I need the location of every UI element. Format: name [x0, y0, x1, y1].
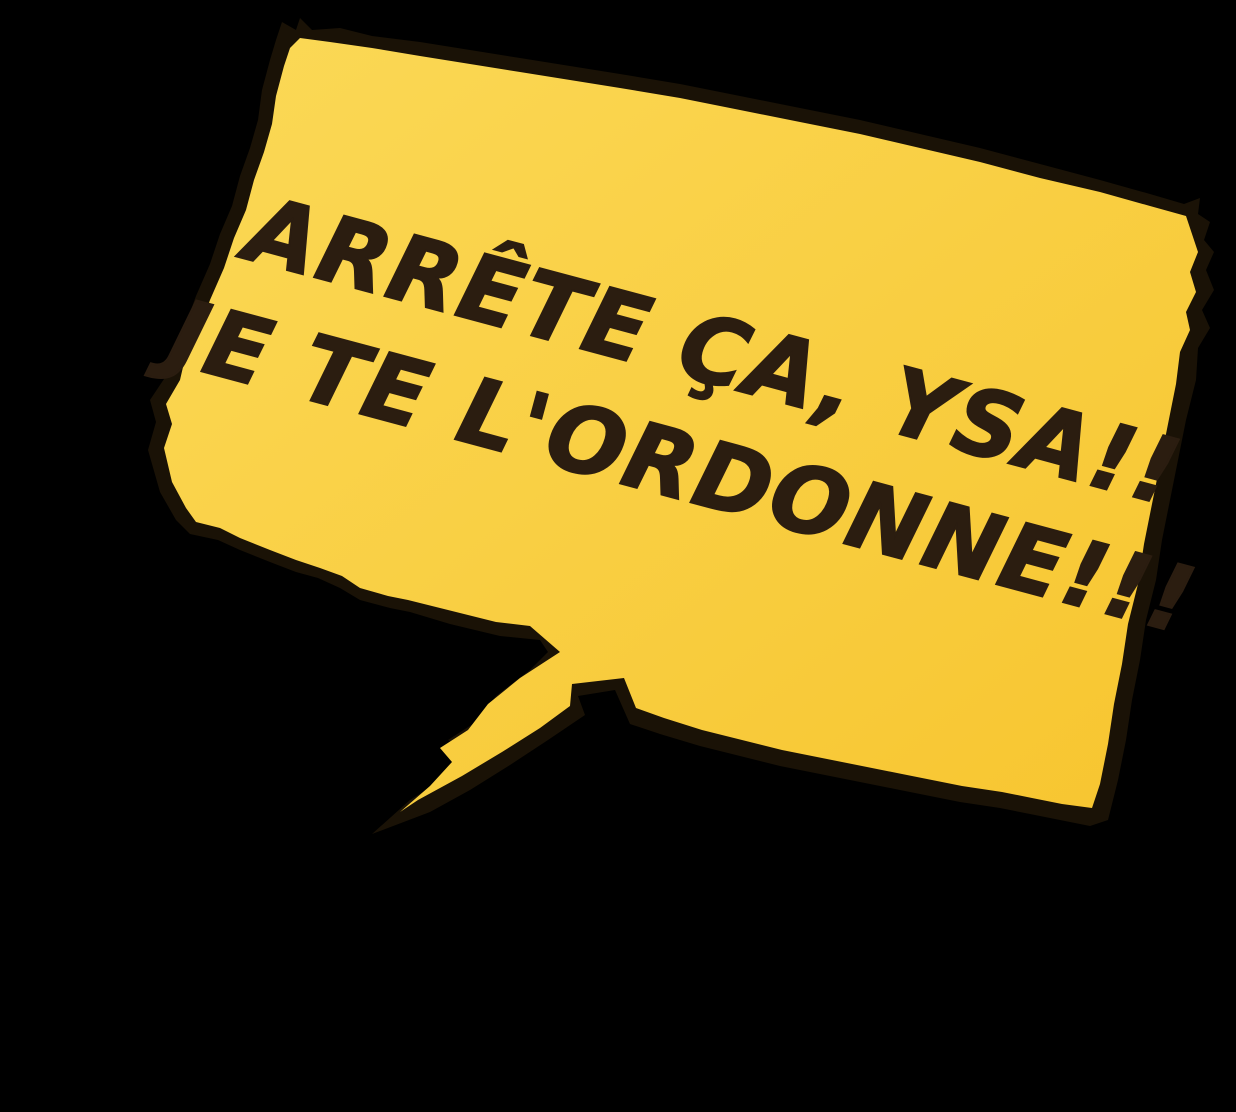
comic-panel: ARRÊTE ÇA, YSA!! JE TE L'ORDONNE!!! [142, 18, 1214, 834]
